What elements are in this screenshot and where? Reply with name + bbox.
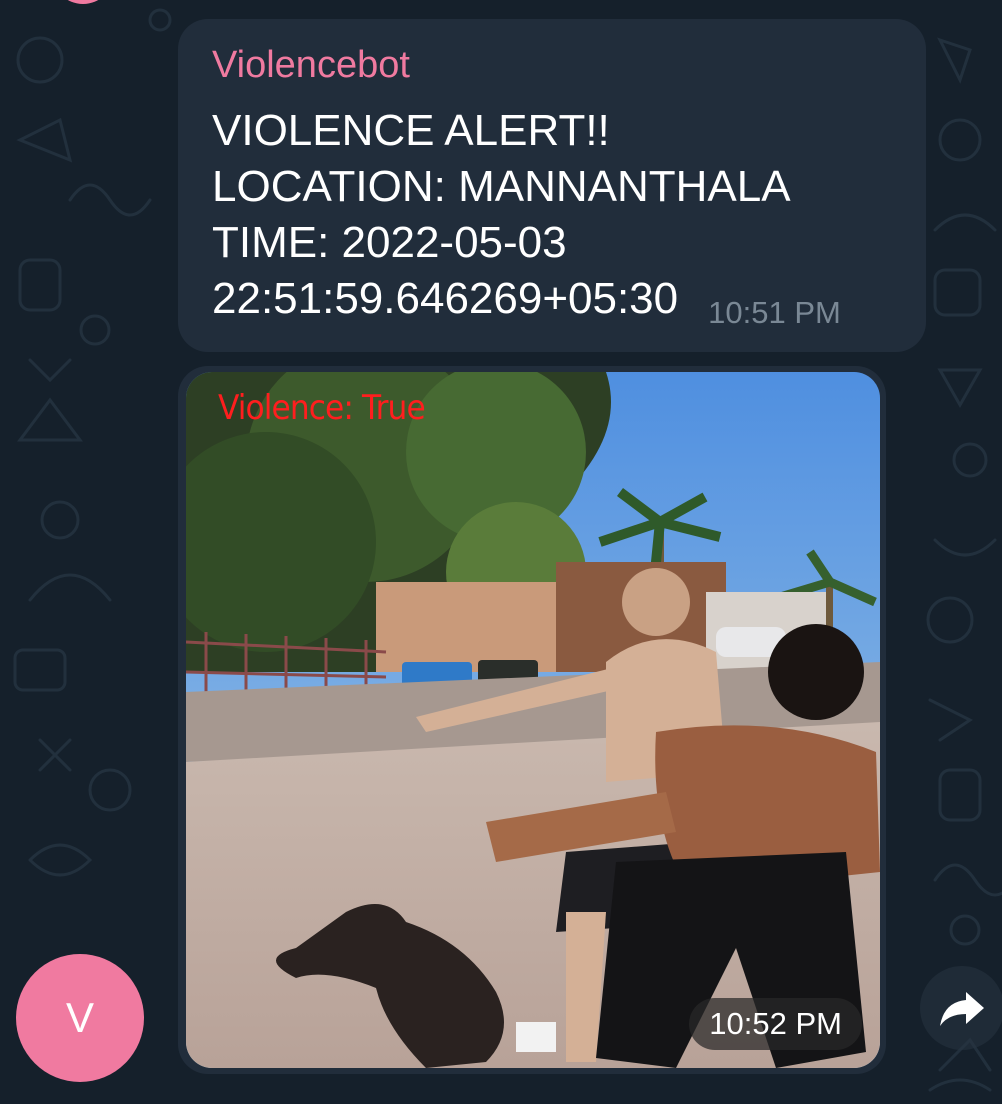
detection-overlay-label: Violence: True [218, 388, 426, 428]
message-line: VIOLENCE ALERT!! [212, 106, 610, 155]
media-time-badge: 10:52 PM [689, 998, 862, 1050]
video-thumbnail[interactable]: Violence: True 10:52 PM [186, 372, 880, 1068]
text-message-bubble[interactable]: Violencebot VIOLENCE ALERT!! LOCATION: M… [178, 19, 926, 352]
sender-name[interactable]: Violencebot [212, 41, 892, 89]
message-line: 22:51:59.646269+05:30 [212, 274, 679, 323]
avatar-initial: V [65, 994, 94, 1041]
message-line: TIME: 2022-05-03 [212, 218, 567, 267]
bot-avatar[interactable]: V [16, 954, 144, 1082]
video-frame [186, 372, 880, 1068]
message-line: LOCATION: MANNANTHALA [212, 162, 791, 211]
forward-arrow-icon [940, 992, 984, 1026]
forward-button[interactable] [920, 966, 1002, 1050]
message-time: 10:51 PM [708, 295, 841, 330]
